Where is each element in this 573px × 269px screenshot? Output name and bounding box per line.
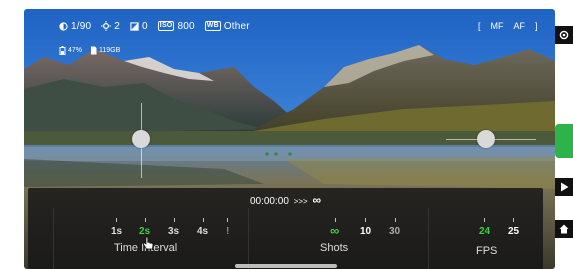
panel-divider-right	[428, 208, 429, 269]
sun-icon	[101, 21, 112, 31]
fps-label: FPS	[476, 245, 498, 257]
wb-mode: Other	[223, 20, 250, 32]
status-bar: 1/90 2 0 ISO 800 WB Other	[59, 19, 250, 33]
timelapse-timer: 00:00:00 >>> ∞	[28, 193, 543, 207]
interval-option-3s[interactable]: 3s	[168, 226, 179, 237]
shutter-value: 1/90	[71, 20, 92, 32]
shutter-status[interactable]: 1/90	[59, 21, 91, 32]
interval-tick	[227, 218, 228, 222]
focus-mf-option[interactable]: MF	[491, 21, 504, 31]
shots-option-infinite[interactable]: ∞	[330, 223, 339, 238]
cursor-hand-icon	[142, 236, 154, 250]
fps-option-24[interactable]: 24	[479, 226, 490, 237]
fps-option-25[interactable]: 25	[508, 226, 519, 237]
shots-option-10[interactable]: 10	[360, 226, 371, 237]
focus-bracket-open: [	[478, 21, 481, 31]
interval-option-1s[interactable]: 1s	[111, 226, 122, 237]
timer-arrows: >>>	[293, 197, 308, 206]
left-slider-knob[interactable]	[132, 130, 150, 148]
playback-button[interactable]	[555, 178, 573, 196]
panel-divider-mid	[248, 208, 249, 269]
wb-status[interactable]: WB Other	[204, 20, 250, 32]
play-icon	[560, 182, 568, 192]
interval-tick	[145, 218, 146, 222]
shots-option-30[interactable]: 30	[389, 226, 400, 237]
interval-tick	[203, 218, 204, 222]
panel-divider-left	[53, 208, 54, 269]
device-status: 47% 119GB	[59, 46, 120, 55]
camera-screen: 1/90 2 0 ISO 800 WB Other [ MF AF ] 47% …	[0, 0, 573, 269]
timer-infinity: ∞	[312, 193, 322, 207]
wb-badge: WB	[204, 21, 221, 31]
sdcard-icon	[91, 46, 97, 55]
iso-status[interactable]: ISO 800	[157, 20, 195, 32]
right-slider-knob[interactable]	[477, 130, 495, 148]
wb-icon	[130, 21, 139, 31]
home-icon	[559, 224, 569, 234]
home-button[interactable]	[555, 220, 573, 238]
battery-level: 47%	[68, 47, 83, 54]
shots-tick	[335, 218, 336, 222]
shots-label: Shots	[320, 242, 349, 254]
settings-icon	[559, 30, 569, 40]
aperture-icon	[59, 21, 68, 31]
settings-button[interactable]	[555, 26, 573, 44]
wb-value-status[interactable]: 0	[130, 21, 148, 32]
interval-option-4s[interactable]: 4s	[197, 226, 208, 237]
timelapse-panel: 00:00:00 >>> ∞ 1s 2s 3s 4s ! Time Interv…	[28, 188, 543, 269]
home-indicator[interactable]	[235, 264, 337, 268]
shots-tick	[395, 218, 396, 222]
iso-value: 800	[177, 20, 195, 32]
battery-icon	[59, 46, 66, 55]
shutter-button[interactable]	[555, 124, 573, 158]
focus-mode-toggle: [ MF AF ]	[478, 21, 538, 31]
focus-af-option[interactable]: AF	[514, 21, 526, 31]
shots-tick	[365, 218, 366, 222]
interval-option-more[interactable]: !	[226, 226, 229, 237]
fps-tick	[513, 218, 514, 222]
timer-time: 00:00:00	[249, 196, 289, 207]
interval-tick	[116, 218, 117, 222]
ev-status[interactable]: 2	[101, 21, 120, 32]
focus-bracket-close: ]	[535, 21, 538, 31]
interval-tick	[174, 218, 175, 222]
storage-status: 119GB	[90, 46, 120, 55]
ev-value: 2	[114, 20, 121, 32]
fps-tick	[484, 218, 485, 222]
wb-number: 0	[142, 20, 148, 32]
battery-status: 47%	[59, 46, 82, 55]
storage-free: 119GB	[99, 47, 121, 54]
iso-badge: ISO	[157, 21, 175, 31]
